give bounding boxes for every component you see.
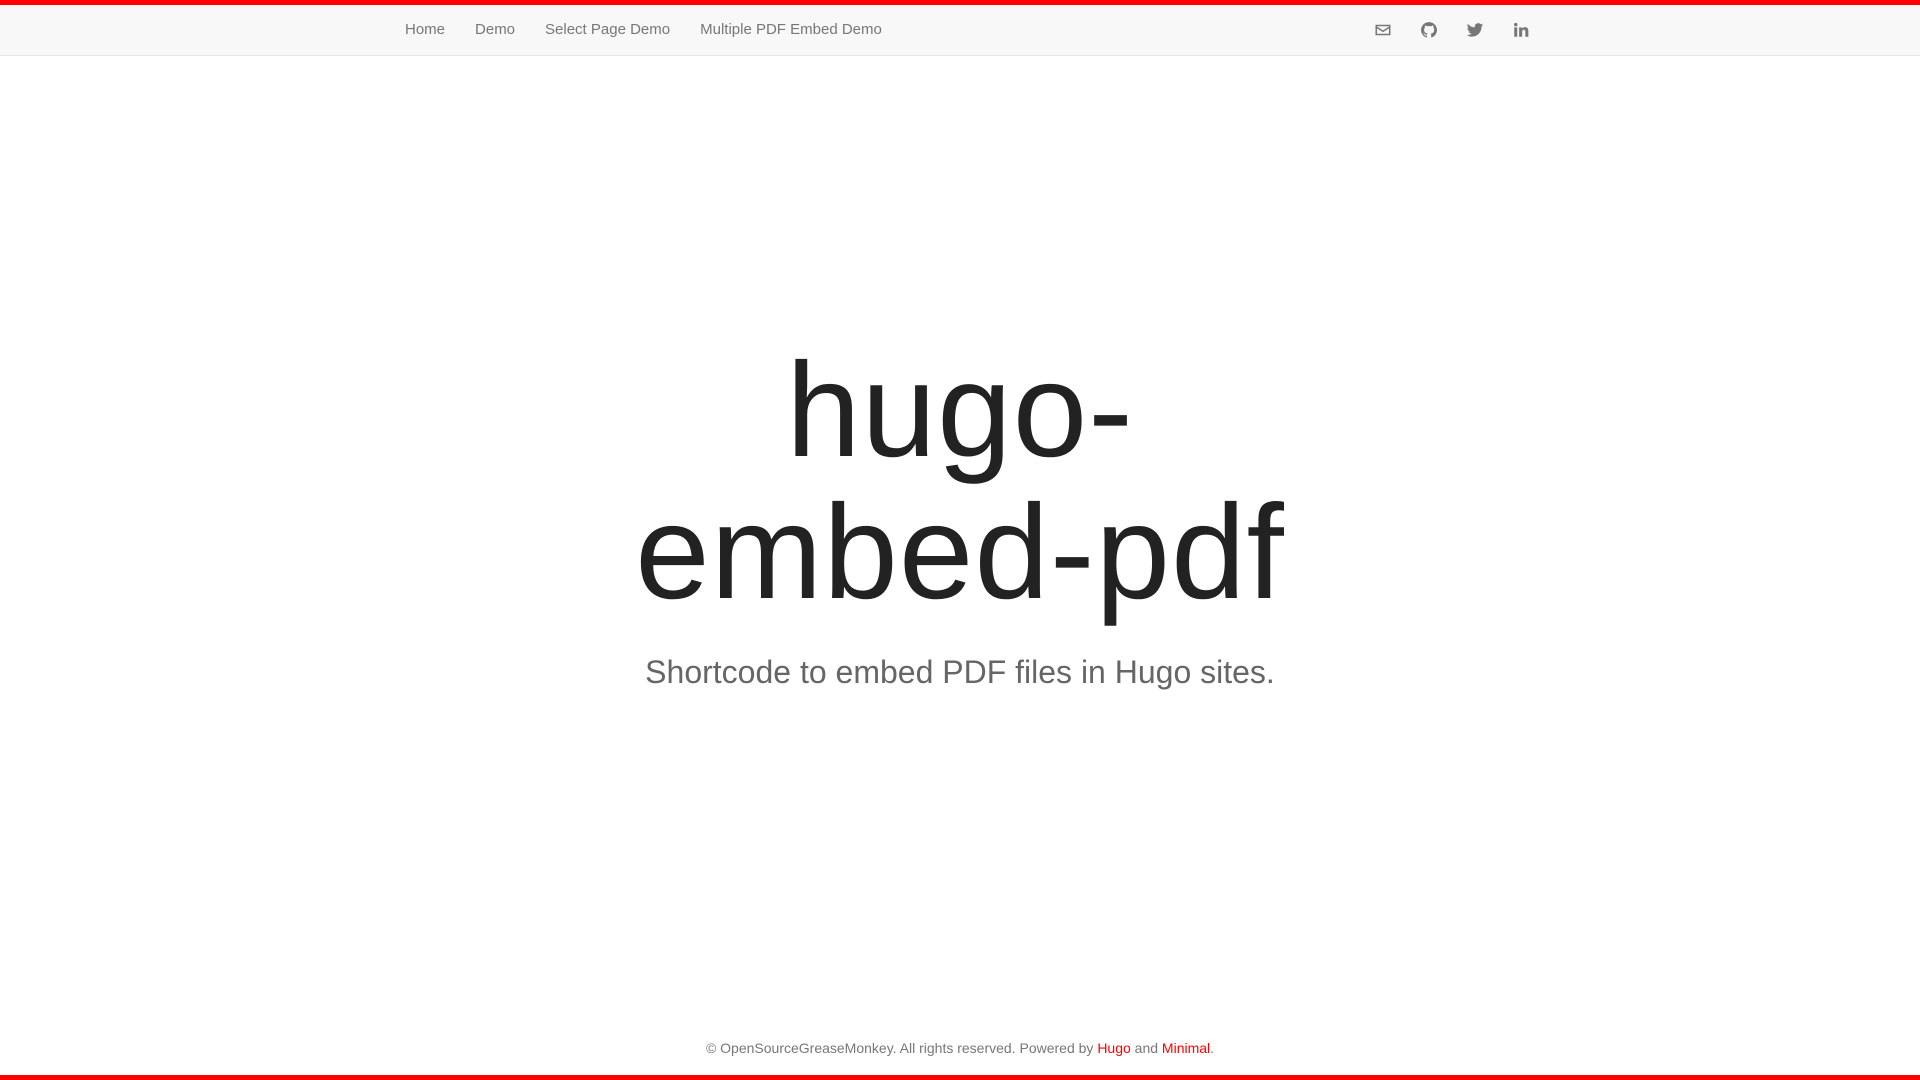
- twitter-icon[interactable]: [1452, 5, 1498, 55]
- nav-link-home[interactable]: Home: [390, 5, 460, 55]
- page-title: hugo-embed-pdf: [635, 336, 1285, 627]
- nav-link-multiple-pdf-embed-demo[interactable]: Multiple PDF Embed Demo: [685, 5, 897, 55]
- footer-copyright: © OpenSourceGreaseMonkey. All rights res…: [705, 1040, 1098, 1056]
- footer-link-minimal[interactable]: Minimal: [1162, 1040, 1210, 1056]
- footer-period: .: [1210, 1040, 1215, 1056]
- nav-link-select-page-demo[interactable]: Select Page Demo: [530, 5, 685, 55]
- navbar: Home Demo Select Page Demo Multiple PDF …: [0, 5, 1920, 56]
- hero: hugo-embed-pdf Shortcode to embed PDF fi…: [0, 340, 1920, 691]
- linkedin-icon[interactable]: [1498, 5, 1544, 55]
- social-icons: [1360, 5, 1544, 55]
- footer-and: and: [1134, 1040, 1162, 1056]
- envelope-icon[interactable]: [1360, 5, 1406, 55]
- nav-link-demo[interactable]: Demo: [460, 5, 530, 55]
- footer: © OpenSourceGreaseMonkey. All rights res…: [0, 1040, 1920, 1056]
- github-icon[interactable]: [1406, 5, 1452, 55]
- page-subtitle: Shortcode to embed PDF files in Hugo sit…: [645, 654, 1275, 690]
- page: Home Demo Select Page Demo Multiple PDF …: [0, 0, 1920, 1080]
- nav-links: Home Demo Select Page Demo Multiple PDF …: [390, 5, 897, 55]
- bottom-accent-bar: [0, 1075, 1920, 1080]
- footer-link-hugo[interactable]: Hugo: [1097, 1040, 1134, 1056]
